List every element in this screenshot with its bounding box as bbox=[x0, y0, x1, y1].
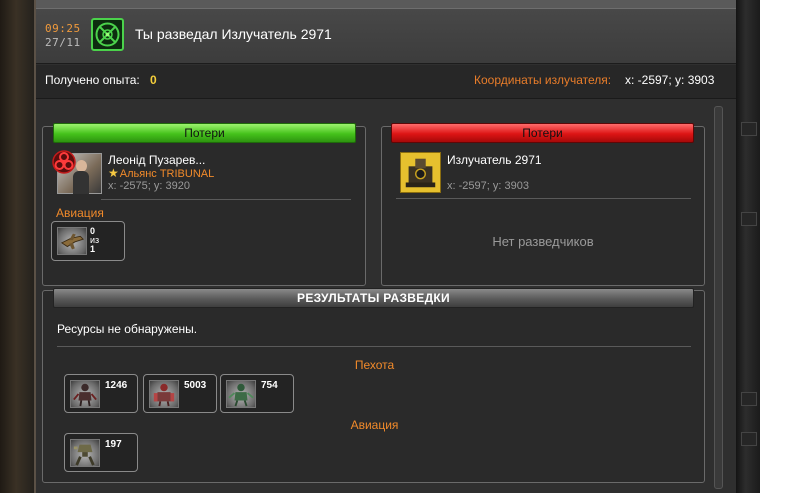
target-panel: Потери Излучатель 2971 x: -2597; y: 3903… bbox=[381, 123, 705, 286]
infantry-unit-card[interactable]: 1246 bbox=[64, 374, 138, 413]
report-time: 09:25 bbox=[45, 22, 81, 35]
resources-status: Ресурсы не обнаружены. bbox=[57, 322, 198, 336]
divider bbox=[101, 199, 351, 200]
infantry-unit-card[interactable]: 5003 bbox=[143, 374, 217, 413]
background-side-panel bbox=[736, 0, 760, 493]
divider bbox=[57, 346, 691, 347]
report-header: 09:25 27/11 Ты разведал Излучатель 2971 bbox=[36, 0, 736, 64]
mech-walker-icon bbox=[70, 439, 100, 467]
background-game-map bbox=[0, 0, 36, 493]
attacker-unit-card[interactable]: 0 из 1 bbox=[51, 221, 125, 261]
report-title: Ты разведал Излучатель 2971 bbox=[135, 26, 332, 42]
alliance-name: Альянс TRIBUNAL bbox=[119, 168, 215, 180]
emitter-icon[interactable] bbox=[400, 152, 441, 193]
report-info-bar: Получено опыта: 0 Координаты излучателя:… bbox=[36, 65, 736, 99]
aviation-section-label: Авиация bbox=[350, 418, 399, 432]
biohazard-icon bbox=[52, 150, 76, 174]
heavy-infantry-icon bbox=[149, 380, 179, 408]
player-name-link[interactable]: Леонід Пузарев... bbox=[108, 153, 205, 167]
attacker-section-aviation: Авиация bbox=[56, 206, 104, 220]
emitter-coords-value[interactable]: x: -2597; y: 3903 bbox=[625, 73, 714, 87]
target-losses-bar: Потери bbox=[391, 123, 694, 143]
attacker-panel: Потери Леонід Пузарев... ★Альянс TRIBUNA… bbox=[42, 123, 366, 286]
report-date: 27/11 bbox=[45, 36, 81, 49]
no-scouts-text: Нет разведчиков bbox=[492, 234, 594, 249]
aircraft-icon bbox=[57, 227, 87, 255]
side-panel-tab[interactable] bbox=[741, 212, 757, 226]
infantry-section-label: Пехота bbox=[354, 358, 395, 372]
experience-value: 0 bbox=[150, 73, 157, 87]
total-count: 1 bbox=[90, 244, 96, 254]
infantry-unit-card[interactable]: 754 bbox=[220, 374, 294, 413]
header-top-edge bbox=[36, 0, 736, 9]
attacker-losses-bar: Потери bbox=[53, 123, 356, 143]
side-panel-tab[interactable] bbox=[741, 432, 757, 446]
vertical-scrollbar[interactable] bbox=[714, 106, 723, 489]
unit-count: 754 bbox=[261, 380, 278, 391]
unit-count: 5003 bbox=[184, 380, 207, 391]
attacker-coords[interactable]: x: -2575; y: 3920 bbox=[108, 180, 190, 192]
mutant-unit-icon bbox=[226, 380, 256, 408]
target-coords[interactable]: x: -2597; y: 3903 bbox=[447, 180, 529, 192]
divider bbox=[396, 198, 691, 199]
unit-count: 197 bbox=[105, 439, 122, 450]
emitter-coords-label: Координаты излучателя: bbox=[474, 73, 612, 87]
emitter-name[interactable]: Излучатель 2971 bbox=[447, 153, 542, 167]
experience-label: Получено опыта: bbox=[45, 73, 140, 87]
star-icon: ★ bbox=[108, 166, 119, 180]
alliance-link[interactable]: ★Альянс TRIBUNAL bbox=[108, 166, 214, 180]
side-panel-tab[interactable] bbox=[741, 392, 757, 406]
scout-report-window: 09:25 27/11 Ты разведал Излучатель 2971 … bbox=[36, 0, 736, 493]
results-title-bar: РЕЗУЛЬТАТЫ РАЗВЕДКИ bbox=[53, 288, 694, 308]
scout-results-panel: РЕЗУЛЬТАТЫ РАЗВЕДКИ Ресурсы не обнаружен… bbox=[42, 288, 705, 483]
side-panel-tab[interactable] bbox=[741, 122, 757, 136]
unit-count: 1246 bbox=[105, 380, 128, 391]
infantry-unit-icon bbox=[70, 380, 100, 408]
radar-icon bbox=[91, 18, 124, 51]
aviation-unit-card[interactable]: 197 bbox=[64, 433, 138, 472]
